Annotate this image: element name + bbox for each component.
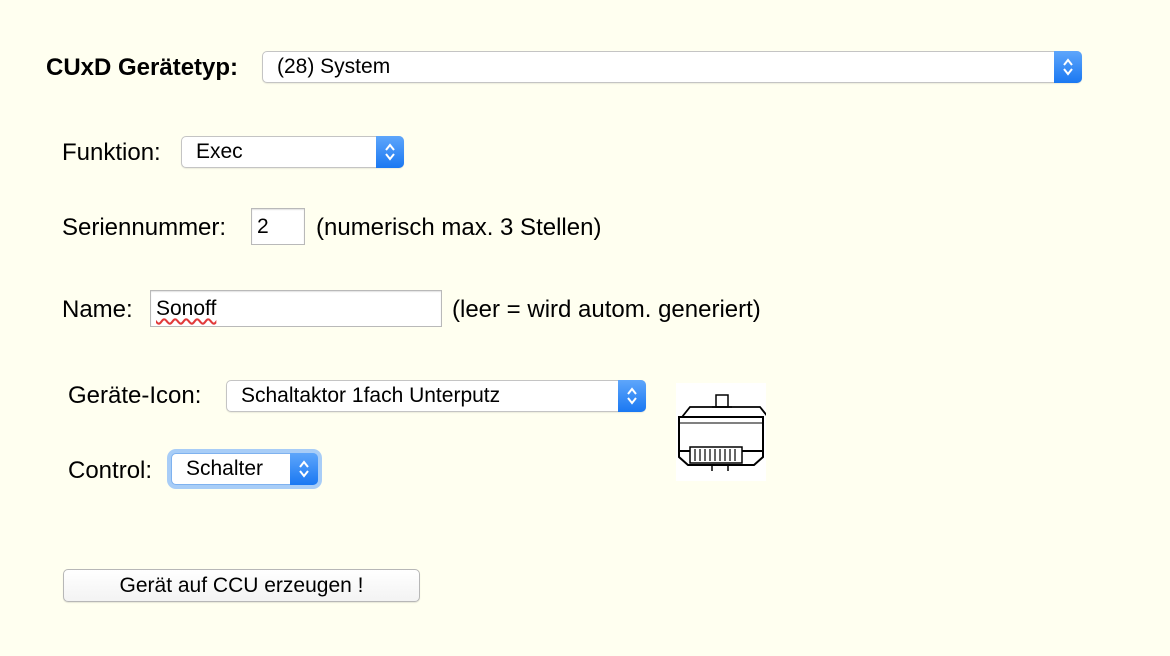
icon-label: Geräte-Icon:	[68, 382, 202, 409]
icon-select[interactable]: Schaltaktor 1fach Unterputz	[226, 380, 646, 412]
name-label: Name:	[62, 296, 133, 323]
name-value: Sonoff	[156, 297, 217, 320]
serial-value: 2	[257, 215, 269, 238]
name-hint: (leer = wird autom. generiert)	[452, 296, 761, 323]
name-input[interactable]: Sonoff	[150, 290, 442, 327]
chevron-up-down-icon	[290, 453, 318, 485]
serial-hint: (numerisch max. 3 Stellen)	[316, 214, 602, 241]
device-type-select[interactable]: (28) System	[262, 51, 1082, 83]
device-type-value: (28) System	[277, 55, 391, 78]
serial-label: Seriennummer:	[62, 214, 227, 241]
icon-value: Schaltaktor 1fach Unterputz	[241, 384, 501, 407]
serial-input[interactable]: 2	[251, 208, 305, 245]
control-value: Schalter	[186, 457, 264, 480]
function-select[interactable]: Exec	[181, 136, 404, 168]
chevron-up-down-icon	[618, 380, 646, 412]
control-select[interactable]: Schalter	[171, 453, 318, 485]
control-label: Control:	[68, 457, 153, 484]
function-value: Exec	[196, 140, 243, 163]
device-type-label: CUxD Gerätetyp:	[46, 54, 239, 81]
chevron-up-down-icon	[376, 136, 404, 168]
create-device-button[interactable]: Gerät auf CCU erzeugen !	[63, 569, 420, 602]
function-label: Funktion:	[62, 139, 161, 166]
chevron-up-down-icon	[1054, 51, 1082, 83]
flush-mount-switch-actuator-icon	[676, 383, 769, 481]
